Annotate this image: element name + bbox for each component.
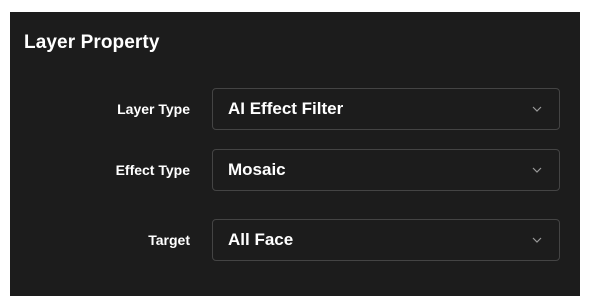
effect-type-row: Effect Type Mosaic (10, 149, 580, 191)
layer-type-label: Layer Type (117, 101, 190, 117)
target-label: Target (148, 232, 190, 248)
chevron-down-icon (531, 164, 543, 176)
chevron-down-icon (531, 103, 543, 115)
effect-type-dropdown[interactable]: Mosaic (212, 149, 560, 191)
layer-property-panel: Layer Property Layer Type AI Effect Filt… (10, 12, 580, 296)
effect-type-label: Effect Type (115, 162, 190, 178)
layer-type-row: Layer Type AI Effect Filter (10, 88, 580, 130)
layer-type-dropdown[interactable]: AI Effect Filter (212, 88, 560, 130)
panel-title: Layer Property (24, 32, 160, 53)
target-dropdown[interactable]: All Face (212, 219, 560, 261)
effect-type-value: Mosaic (228, 160, 286, 179)
target-value: All Face (228, 230, 294, 249)
chevron-down-icon (531, 234, 543, 246)
target-row: Target All Face (10, 219, 580, 261)
layer-type-value: AI Effect Filter (228, 99, 344, 118)
